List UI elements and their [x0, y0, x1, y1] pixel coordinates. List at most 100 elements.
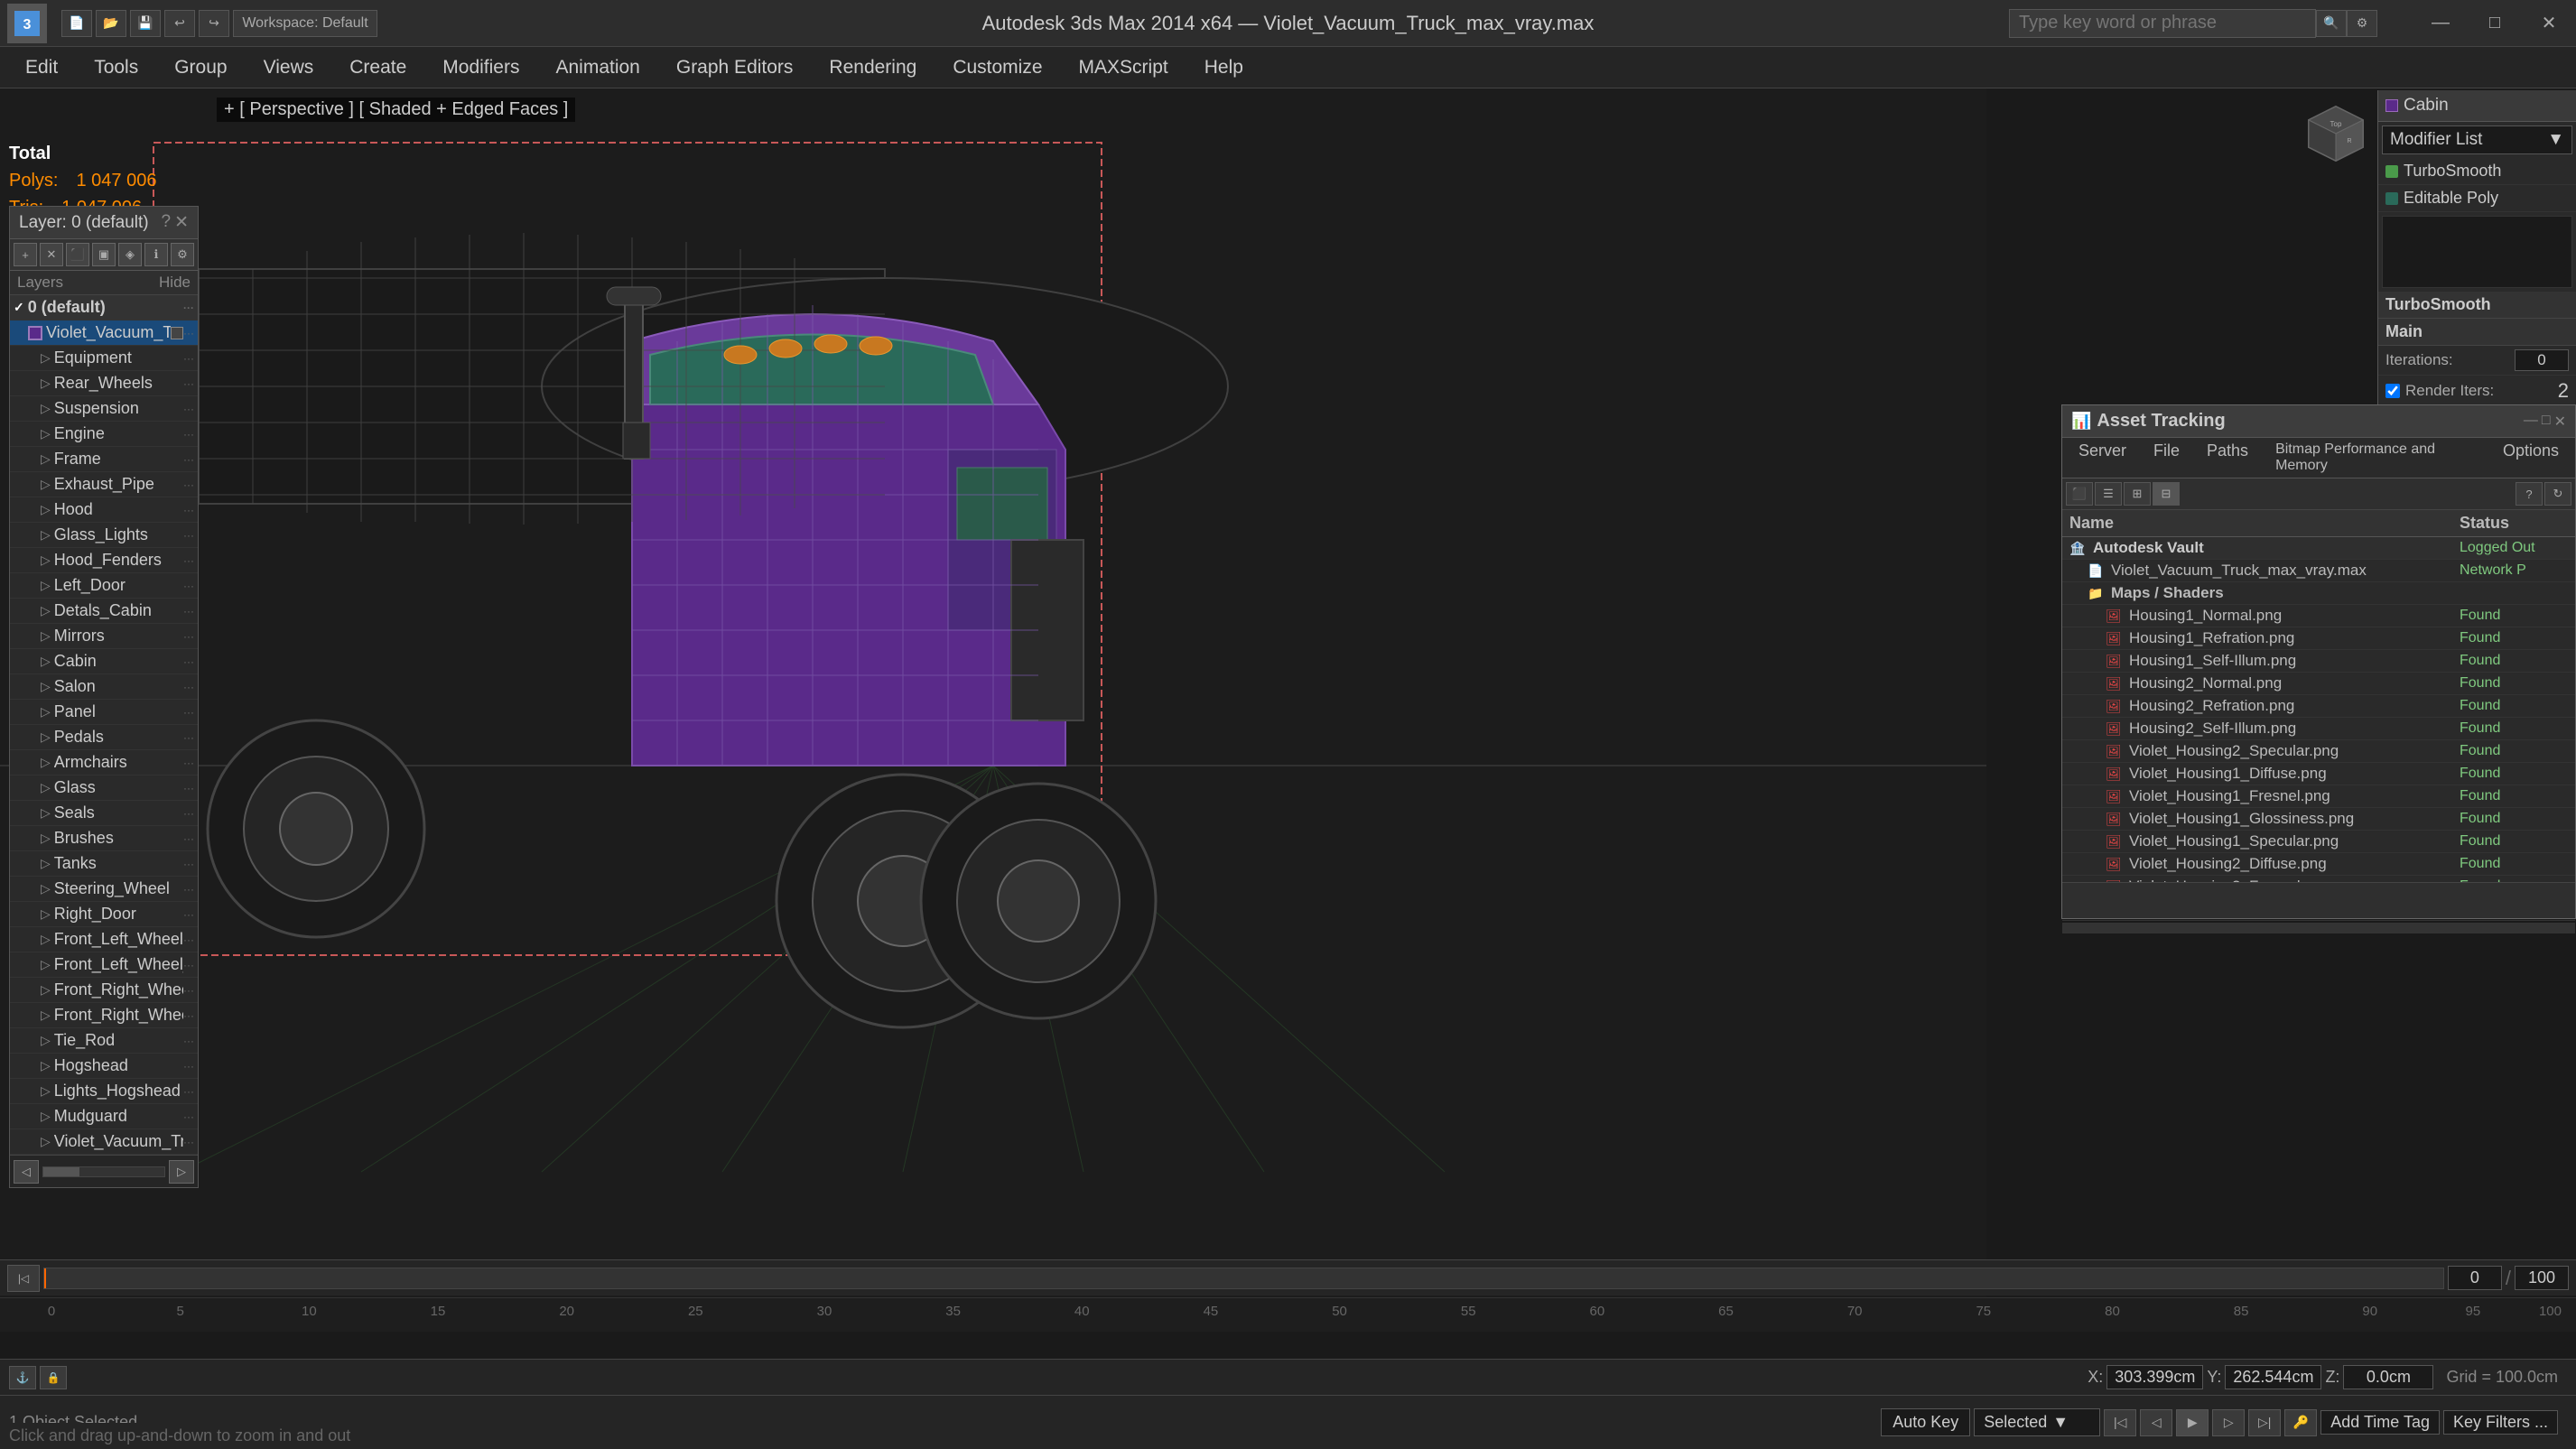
layer-item-salon[interactable]: ▷ Salon ···: [10, 674, 198, 700]
modifier-turbosmooth[interactable]: TurboSmooth: [2378, 158, 2576, 185]
asset-row-max-file[interactable]: 📄 Violet_Vacuum_Truck_max_vray.max Netwo…: [2062, 560, 2575, 582]
layer-select-btn[interactable]: ▣: [92, 243, 116, 266]
key-mode-btn[interactable]: 🔑: [2284, 1409, 2317, 1436]
layer-item-mirrors[interactable]: ▷ Mirrors ···: [10, 624, 198, 649]
layer-item-violet-truck-2[interactable]: ▷ Violet_Vacuum_Truck ···: [10, 1129, 198, 1155]
layer-item-right-door[interactable]: ▷ Right_Door ···: [10, 902, 198, 927]
layer-new-btn[interactable]: +: [14, 243, 37, 266]
timeline-track[interactable]: [43, 1268, 2444, 1289]
auto-key-btn[interactable]: Auto Key: [1881, 1408, 1970, 1436]
prev-frame-btn[interactable]: ◁: [2140, 1409, 2172, 1436]
asset-row-h1-selfillum[interactable]: 🖼 Housing1_Self-Illum.png Found: [2062, 650, 2575, 673]
asset-refresh-btn[interactable]: ↻: [2544, 482, 2571, 506]
layer-item-steering[interactable]: ▷ Steering_Wheel ···: [10, 877, 198, 902]
layer-item-mudguard[interactable]: ▷ Mudguard ···: [10, 1104, 198, 1129]
asset-help-btn[interactable]: ?: [2516, 482, 2543, 506]
asset-menu-bitmap-perf[interactable]: Bitmap Performance and Memory: [2263, 438, 2488, 478]
menu-views[interactable]: Views: [247, 51, 330, 84]
layer-item-panel[interactable]: ▷ Panel ···: [10, 700, 198, 725]
modifier-editable-poly[interactable]: Editable Poly: [2378, 185, 2576, 212]
asset-menu-options[interactable]: Options: [2490, 438, 2571, 478]
layer-item-glass-lights[interactable]: ▷ Glass_Lights ···: [10, 523, 198, 548]
asset-list-btn[interactable]: ☰: [2095, 482, 2122, 506]
menu-group[interactable]: Group: [158, 51, 243, 84]
save-btn[interactable]: 💾: [130, 10, 161, 37]
maximize-btn[interactable]: □: [2468, 0, 2522, 47]
menu-modifiers[interactable]: Modifiers: [426, 51, 535, 84]
redo-btn[interactable]: ↪: [199, 10, 229, 37]
layer-item-detals-cabin[interactable]: ▷ Detals_Cabin ···: [10, 599, 198, 624]
x-value[interactable]: 303.399cm: [2106, 1365, 2203, 1389]
asset-scrollbar[interactable]: [2062, 923, 2575, 933]
layer-item-rear-wheels[interactable]: ▷ Rear_Wheels ···: [10, 371, 198, 396]
asset-row-h1-refration[interactable]: 🖼 Housing1_Refration.png Found: [2062, 627, 2575, 650]
iterations-value[interactable]: 0: [2515, 349, 2569, 371]
asset-row-h1-normal[interactable]: 🖼 Housing1_Normal.png Found: [2062, 605, 2575, 627]
current-frame[interactable]: 0: [2448, 1266, 2502, 1290]
layer-item-pedals[interactable]: ▷ Pedals ···: [10, 725, 198, 750]
layer-delete-btn[interactable]: ✕: [40, 243, 63, 266]
layer-scrollbar[interactable]: [42, 1166, 165, 1177]
search-input[interactable]: [2009, 9, 2316, 38]
status-icon-2[interactable]: 🔒: [40, 1366, 67, 1389]
layer-item-hood-fenders[interactable]: ▷ Hood_Fenders ···: [10, 548, 198, 573]
asset-detail-btn[interactable]: ⊞: [2124, 482, 2151, 506]
asset-menu-file[interactable]: File: [2141, 438, 2192, 478]
z-value[interactable]: 0.0cm: [2343, 1365, 2433, 1389]
asset-row-h2-refration[interactable]: 🖼 Housing2_Refration.png Found: [2062, 695, 2575, 718]
layer-item-front-left-wheel-2[interactable]: ▷ Front_Left_Wheel_2 ···: [10, 952, 198, 978]
navigation-cube[interactable]: Top R: [2300, 98, 2372, 170]
asset-row-vh1-glossiness[interactable]: 🖼 Violet_Housing1_Glossiness.png Found: [2062, 808, 2575, 831]
asset-row-vh1-fresnel[interactable]: 🖼 Violet_Housing1_Fresnel.png Found: [2062, 785, 2575, 808]
menu-animation[interactable]: Animation: [539, 51, 656, 84]
status-icon-1[interactable]: ⚓: [9, 1366, 36, 1389]
minimize-btn[interactable]: —: [2413, 0, 2468, 47]
layer-item-glass[interactable]: ▷ Glass ···: [10, 776, 198, 801]
layer-help-btn[interactable]: ?: [162, 212, 172, 233]
menu-edit[interactable]: Edit: [9, 51, 74, 84]
layer-item-front-right-wheel[interactable]: ▷ Front_Right_Wheel ···: [10, 978, 198, 1003]
asset-maximize-btn[interactable]: □: [2542, 413, 2551, 431]
layer-item-seals[interactable]: ▷ Seals ···: [10, 801, 198, 826]
search-btn[interactable]: 🔍: [2316, 10, 2347, 37]
render-iters-value[interactable]: 2: [2558, 379, 2569, 403]
layer-item-lights-hogshead[interactable]: ▷ Lights_Hogshead ···: [10, 1079, 198, 1104]
layer-item-default[interactable]: ✓ 0 (default) ···: [10, 295, 198, 320]
layer-close-btn[interactable]: ✕: [174, 212, 189, 233]
layer-item-hogshead[interactable]: ▷ Hogshead ···: [10, 1054, 198, 1079]
asset-row-maps-folder[interactable]: 📁 Maps / Shaders: [2062, 582, 2575, 605]
layer-item-violet-truck[interactable]: Violet_Vacuum_Truck ···: [10, 320, 198, 346]
render-iters-checkbox[interactable]: [2385, 384, 2400, 398]
layer-info-btn[interactable]: ℹ: [144, 243, 168, 266]
layer-item-tanks[interactable]: ▷ Tanks ···: [10, 851, 198, 877]
new-btn[interactable]: 📄: [61, 10, 92, 37]
layer-frame-btn[interactable]: ◁: [14, 1160, 39, 1184]
layer-highlight-btn[interactable]: ◈: [118, 243, 142, 266]
layer-item-exhaust[interactable]: ▷ Exhaust_Pipe ···: [10, 472, 198, 497]
menu-tools[interactable]: Tools: [78, 51, 154, 84]
layer-frame-right-btn[interactable]: ▷: [169, 1160, 194, 1184]
layer-item-front-right-wheel-2[interactable]: ▷ Front_Right_Wheel_2 ···: [10, 1003, 198, 1028]
play-btn[interactable]: ▶: [2176, 1409, 2209, 1436]
asset-close-btn[interactable]: ✕: [2554, 413, 2566, 431]
time-tag-btn[interactable]: Add Time Tag: [2320, 1410, 2440, 1435]
layer-item-engine[interactable]: ▷ Engine ···: [10, 422, 198, 447]
layer-item-left-door[interactable]: ▷ Left_Door ···: [10, 573, 198, 599]
menu-maxscript[interactable]: MAXScript: [1063, 51, 1185, 84]
menu-graph-editors[interactable]: Graph Editors: [660, 51, 810, 84]
layer-settings-btn[interactable]: ⚙: [171, 243, 194, 266]
layer-item-equipment[interactable]: ▷ Equipment ···: [10, 346, 198, 371]
open-btn[interactable]: 📂: [96, 10, 126, 37]
layer-item-frame[interactable]: ▷ Frame ···: [10, 447, 198, 472]
asset-minimize-btn[interactable]: —: [2524, 413, 2538, 431]
layer-item-cabin[interactable]: ▷ Cabin ···: [10, 649, 198, 674]
timeline-start-btn[interactable]: |◁: [7, 1265, 40, 1292]
layer-item-front-left-wheel[interactable]: ▷ Front_Left_Wheel ···: [10, 927, 198, 952]
key-filters-btn[interactable]: Key Filters ...: [2443, 1410, 2558, 1435]
workspace-dropdown[interactable]: Workspace: Default: [233, 10, 377, 37]
undo-btn[interactable]: ↩: [164, 10, 195, 37]
layer-item-tie-rod[interactable]: ▷ Tie_Rod ···: [10, 1028, 198, 1054]
go-to-end-btn[interactable]: ▷|: [2248, 1409, 2281, 1436]
layer-item-armchairs[interactable]: ▷ Armchairs ···: [10, 750, 198, 776]
layer-item-hood[interactable]: ▷ Hood ···: [10, 497, 198, 523]
